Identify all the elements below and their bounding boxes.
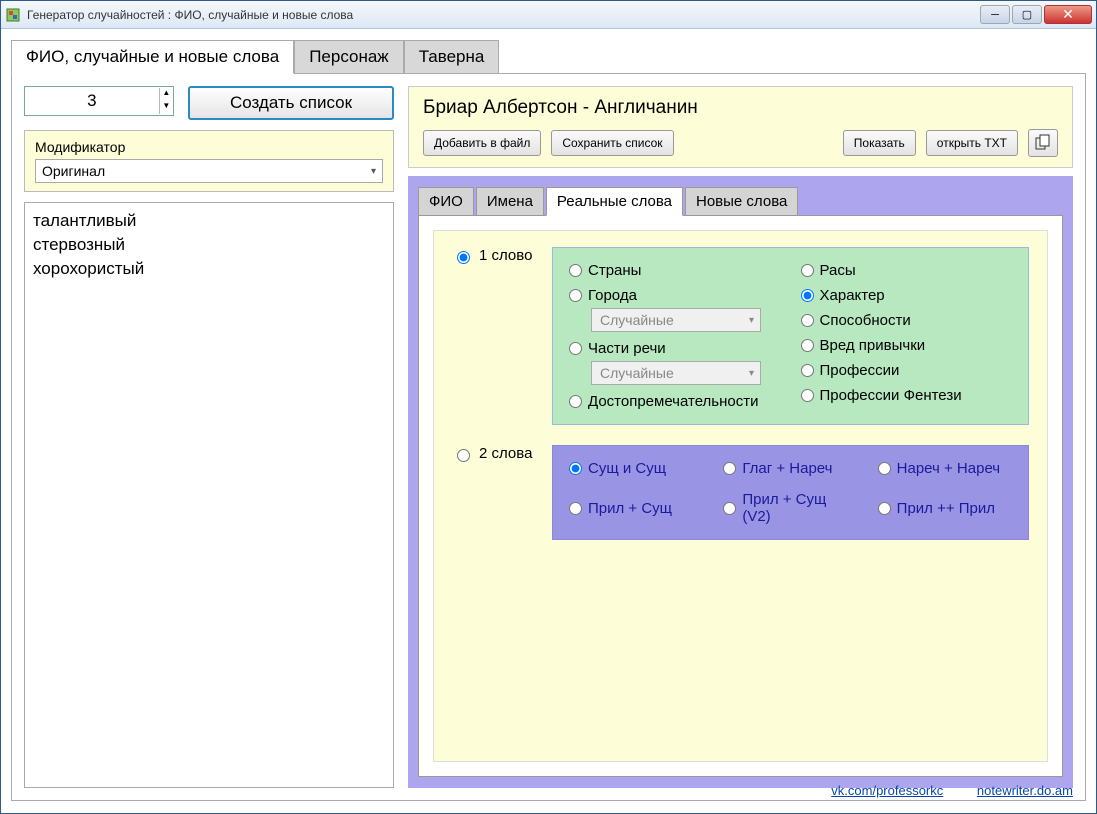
count-input[interactable] [25, 90, 159, 112]
one-word-label: 1 слово [479, 247, 532, 264]
app-window: Генератор случайностей : ФИО, случайные … [0, 0, 1097, 814]
result-line: хорохористый [33, 257, 385, 281]
show-button[interactable]: Показать [843, 130, 916, 156]
radio-adj-adj[interactable] [878, 502, 891, 515]
radio-cities[interactable] [569, 289, 582, 302]
inner-panel: 1 слово Страны Города Случайные [433, 230, 1048, 762]
maximize-button[interactable]: ▢ [1012, 5, 1042, 24]
results-textarea[interactable]: талантливый стервозный хорохористый [24, 202, 394, 788]
modifier-group: Модификатор Оригинал [24, 130, 394, 192]
copy-icon [1034, 134, 1052, 152]
footer-links: vk.com/professorkc notewriter.do.am [801, 783, 1073, 798]
parts-select[interactable]: Случайные [591, 361, 761, 385]
radio-professions-fantasy[interactable] [801, 389, 814, 402]
tab-character[interactable]: Персонаж [294, 40, 404, 74]
subtab-new-words[interactable]: Новые слова [685, 187, 798, 216]
minimize-button[interactable]: ─ [980, 5, 1010, 24]
radio-countries[interactable] [569, 264, 582, 277]
cities-select[interactable]: Случайные [591, 308, 761, 332]
sub-area: ФИО Имена Реальные слова Новые слова 1 с… [408, 176, 1073, 788]
window-title: Генератор случайностей : ФИО, случайные … [27, 8, 980, 22]
count-spinner[interactable]: ▲ ▼ [24, 86, 174, 116]
two-words-radio[interactable] [457, 449, 470, 462]
radio-abilities[interactable] [801, 314, 814, 327]
spinner-up[interactable]: ▲ [159, 88, 173, 101]
right-column: Бриар Албертсон - Англичанин Добавить в … [408, 86, 1073, 788]
window-controls: ─ ▢ ✕ [980, 5, 1092, 24]
link-vk[interactable]: vk.com/professorkc [831, 783, 943, 798]
two-words-label: 2 слова [479, 445, 532, 462]
copy-button[interactable] [1028, 129, 1058, 157]
main-panel: ▲ ▼ Создать список Модификатор Оригинал … [11, 73, 1086, 801]
radio-habits[interactable] [801, 339, 814, 352]
app-icon [5, 7, 21, 23]
radio-parts[interactable] [569, 342, 582, 355]
radio-professions[interactable] [801, 364, 814, 377]
save-list-button[interactable]: Сохранить список [551, 130, 673, 156]
subtab-fio[interactable]: ФИО [418, 187, 474, 216]
radio-noun-noun[interactable] [569, 462, 582, 475]
radio-character[interactable] [801, 289, 814, 302]
titlebar[interactable]: Генератор случайностей : ФИО, случайные … [1, 1, 1096, 29]
radio-races[interactable] [801, 264, 814, 277]
open-txt-button[interactable]: открыть TXT [926, 130, 1018, 156]
client-area: ФИО, случайные и новые слова Персонаж Та… [1, 29, 1096, 813]
header-box: Бриар Албертсон - Англичанин Добавить в … [408, 86, 1073, 168]
generated-name: Бриар Албертсон - Англичанин [423, 97, 1058, 119]
add-to-file-button[interactable]: Добавить в файл [423, 130, 541, 156]
tab-fio[interactable]: ФИО, случайные и новые слова [11, 40, 294, 74]
modifier-select[interactable]: Оригинал [35, 159, 383, 183]
two-words-group: Сущ и Сущ Глаг + Нареч Нареч + Нареч При… [552, 445, 1029, 540]
radio-adj-noun-v2[interactable] [723, 502, 736, 515]
result-line: талантливый [33, 209, 385, 233]
radio-adv-adv[interactable] [878, 462, 891, 475]
sub-tabs: ФИО Имена Реальные слова Новые слова [418, 186, 1063, 215]
left-column: ▲ ▼ Создать список Модификатор Оригинал … [24, 86, 394, 788]
create-list-button[interactable]: Создать список [188, 86, 394, 120]
one-word-group: Страны Города Случайные Части речи Случа… [552, 247, 1029, 425]
close-button[interactable]: ✕ [1044, 5, 1092, 24]
sub-panel: 1 слово Страны Города Случайные [418, 215, 1063, 777]
modifier-label: Модификатор [35, 139, 383, 155]
tab-tavern[interactable]: Таверна [404, 40, 500, 74]
link-notewriter[interactable]: notewriter.do.am [977, 783, 1073, 798]
radio-sights[interactable] [569, 395, 582, 408]
subtab-real-words[interactable]: Реальные слова [546, 187, 683, 216]
subtab-names[interactable]: Имена [476, 187, 544, 216]
radio-adj-noun[interactable] [569, 502, 582, 515]
result-line: стервозный [33, 233, 385, 257]
spinner-down[interactable]: ▼ [159, 101, 173, 114]
one-word-radio[interactable] [457, 251, 470, 264]
radio-verb-adv[interactable] [723, 462, 736, 475]
main-tabs: ФИО, случайные и новые слова Персонаж Та… [11, 39, 1086, 73]
